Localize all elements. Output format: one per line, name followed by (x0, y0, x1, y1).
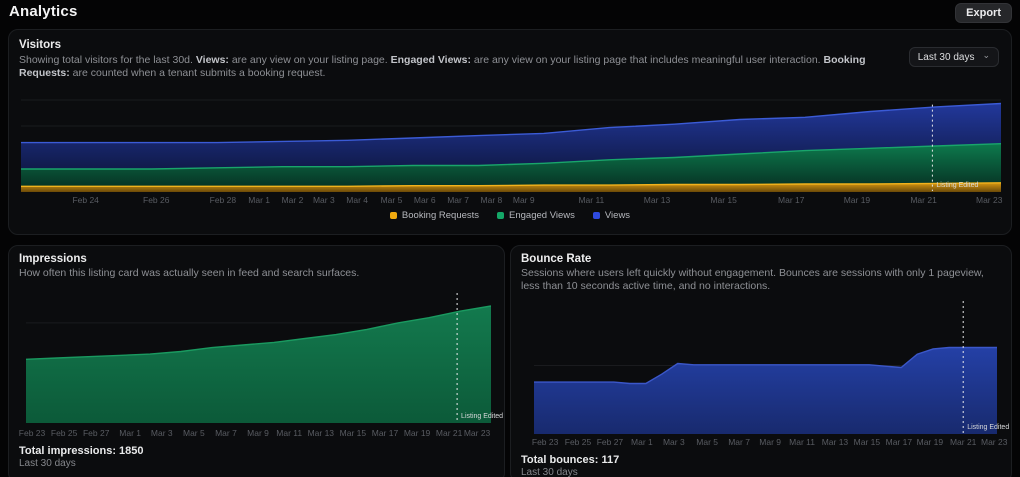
impressions-x-axis: Feb 23Feb 25Feb 27Mar 1Mar 3Mar 5Mar 7Ma… (26, 428, 491, 438)
bounce-rate-x-axis: Feb 23 Feb 25 Feb 27 Mar 1 Mar 3 Mar 5 Mar 7 Ma… (534, 437, 997, 447)
x-tick-label: Feb 28 (210, 195, 236, 205)
impressions-card: Impressions How often this listing card … (8, 245, 505, 477)
x-tick-label: Mar 19 (917, 437, 943, 447)
x-tick-label: Mar 13 (644, 195, 670, 205)
impressions-title: Impressions (19, 253, 87, 265)
x-tick-label: Mar 11 (578, 195, 604, 205)
x-tick-label: Mar 13 (308, 428, 334, 438)
x-tick-label: Mar 15 (340, 428, 366, 438)
bounce-rate-total: Total bounces: 117 (521, 454, 619, 466)
x-tick-label: Mar 5 (696, 437, 718, 447)
impressions-chart[interactable]: Listing Edited (26, 293, 491, 423)
x-tick-label: Mar 15 (854, 437, 880, 447)
x-tick-label: Mar 7 (728, 437, 750, 447)
x-tick-label: Mar 8 (481, 195, 503, 205)
visitors-title: Visitors (19, 39, 61, 51)
bounce-rate-title: Bounce Rate (521, 253, 591, 265)
visitors-x-axis: Feb 24 Feb 26 Feb 28 Mar 1 Mar 2 Mar 3 Mar 4 Ma… (21, 195, 1001, 205)
impressions-total: Total impressions: 1850 (19, 445, 144, 457)
x-tick-label: Mar 17 (886, 437, 912, 447)
x-tick-label: Feb 26 (143, 195, 169, 205)
x-tick-label: Mar 7 (447, 195, 469, 205)
analytics-page: Analytics Export Visitors Showing total … (0, 0, 1020, 477)
x-tick-label: Mar 11 (789, 437, 815, 447)
legend-item[interactable]: Engaged Views (497, 210, 575, 221)
bounce-rate-period: Last 30 days (521, 467, 578, 477)
x-tick-label: Mar 19 (404, 428, 430, 438)
visitors-chart[interactable]: Listing Edited (21, 77, 1001, 192)
x-tick-label: Feb 23 (19, 428, 45, 438)
x-tick-label: Mar 11 (276, 428, 302, 438)
x-tick-label: Feb 23 (532, 437, 558, 447)
x-tick-label: Mar 1 (248, 195, 270, 205)
date-range-select[interactable]: Last 30 days ⌄ (909, 47, 999, 67)
x-tick-label: Feb 24 (72, 195, 98, 205)
x-tick-label: Mar 23 (464, 428, 490, 438)
legend-swatch (497, 212, 504, 219)
x-tick-label: Mar 21 (910, 195, 936, 205)
legend-item[interactable]: Booking Requests (390, 210, 479, 221)
x-tick-label: Mar 23 (981, 437, 1007, 447)
page-title: Analytics (9, 3, 78, 20)
bounce-rate-card: Bounce Rate Sessions where users left qu… (510, 245, 1012, 477)
x-tick-label: Mar 3 (313, 195, 335, 205)
legend-label: Booking Requests (402, 210, 479, 221)
x-tick-label: Mar 21 (436, 428, 462, 438)
x-tick-label: Mar 2 (282, 195, 304, 205)
x-tick-label: Mar 19 (844, 195, 870, 205)
x-tick-label: Feb 27 (83, 428, 109, 438)
date-range-value: Last 30 days (918, 52, 975, 63)
legend-label: Engaged Views (509, 210, 575, 221)
legend-label: Views (605, 210, 630, 221)
x-tick-label: Mar 21 (950, 437, 976, 447)
visitors-legend: Booking Requests Engaged Views Views (9, 210, 1011, 221)
x-tick-label: Feb 25 (51, 428, 77, 438)
x-tick-label: Mar 5 (381, 195, 403, 205)
x-tick-label: Mar 3 (663, 437, 685, 447)
bounce-rate-chart[interactable]: Listing Edited (534, 301, 997, 434)
x-tick-label: Mar 1 (631, 437, 653, 447)
bounce-rate-description: Sessions where users left quickly withou… (521, 267, 999, 293)
x-tick-label: Mar 17 (372, 428, 398, 438)
x-tick-label: Mar 5 (183, 428, 205, 438)
chevron-down-icon: ⌄ (982, 51, 990, 59)
x-tick-label: Mar 7 (215, 428, 237, 438)
impressions-period: Last 30 days (19, 458, 76, 469)
x-tick-label: Feb 27 (597, 437, 623, 447)
legend-swatch (593, 212, 600, 219)
export-button[interactable]: Export (955, 3, 1012, 23)
x-tick-label: Mar 9 (247, 428, 269, 438)
impressions-description: How often this listing card was actually… (19, 267, 489, 280)
x-tick-label: Mar 3 (151, 428, 173, 438)
x-tick-label: Mar 23 (976, 195, 1002, 205)
x-tick-label: Mar 4 (346, 195, 368, 205)
x-tick-label: Mar 9 (759, 437, 781, 447)
x-tick-label: Mar 1 (119, 428, 141, 438)
legend-swatch (390, 212, 397, 219)
x-tick-label: Mar 9 (513, 195, 535, 205)
x-tick-label: Mar 13 (822, 437, 848, 447)
visitors-card: Visitors Showing total visitors for the … (8, 29, 1012, 235)
x-tick-label: Mar 17 (778, 195, 804, 205)
x-tick-label: Feb 25 (565, 437, 591, 447)
x-tick-label: Mar 15 (710, 195, 736, 205)
legend-item[interactable]: Views (593, 210, 630, 221)
x-tick-label: Mar 6 (414, 195, 436, 205)
